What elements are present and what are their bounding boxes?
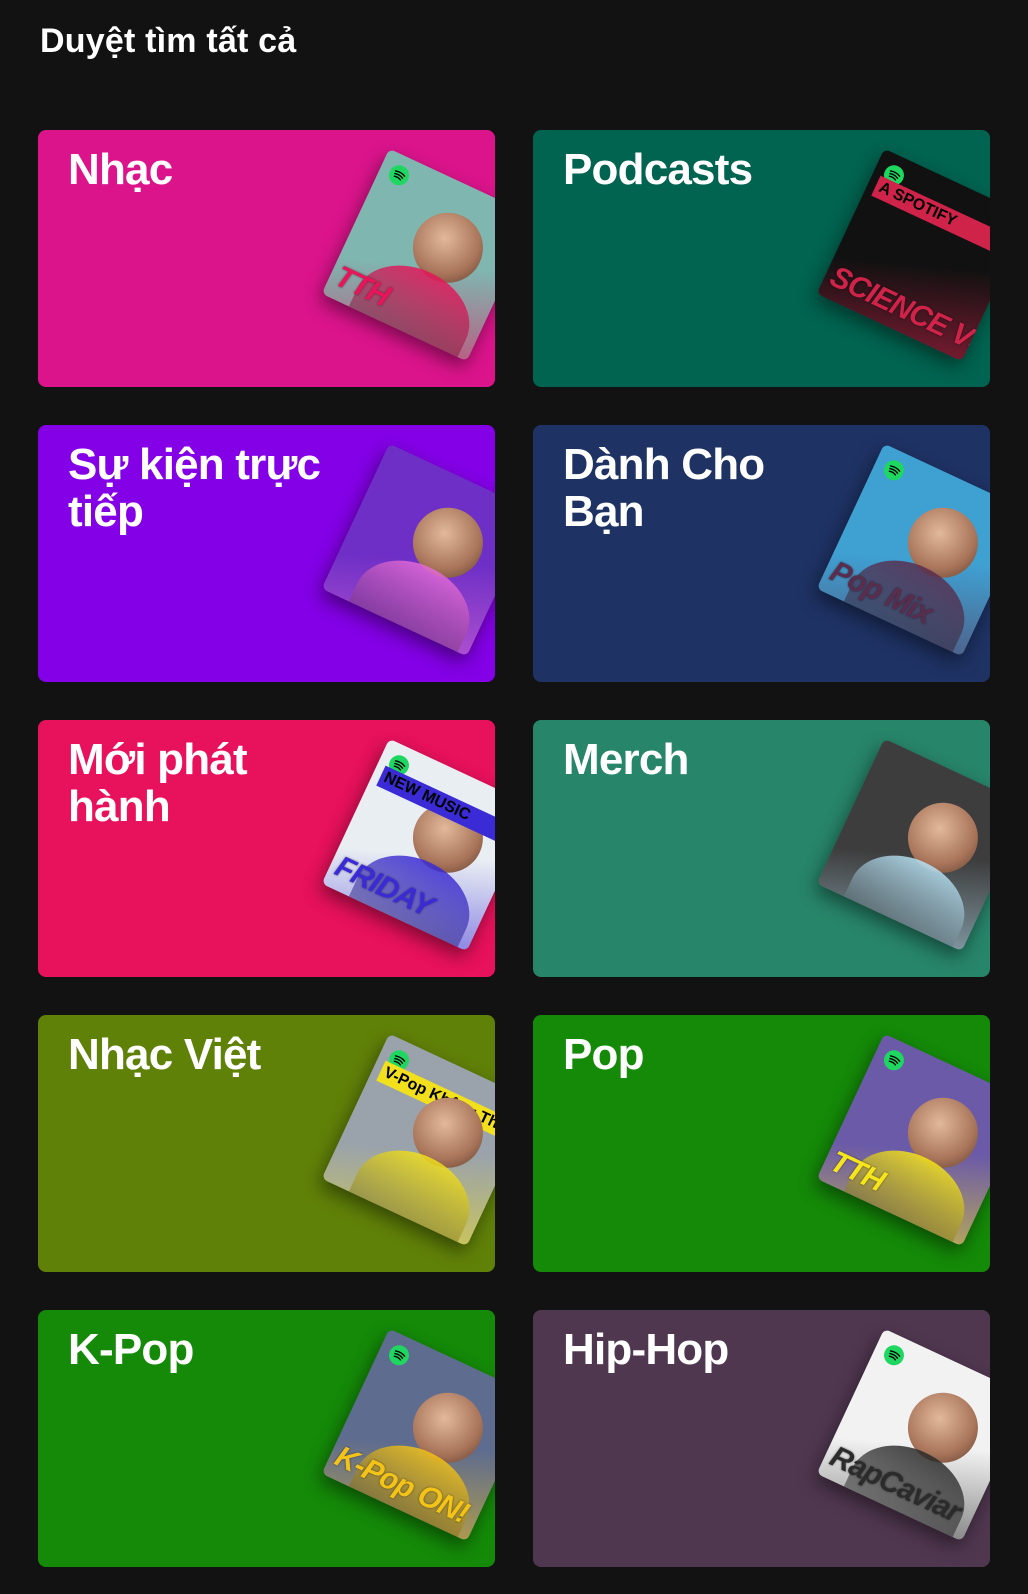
category-card-nhac-viet[interactable]: Nhạc Việt V-Pop Không Thể: [38, 1015, 495, 1272]
cover-subtitle: A SPOTIFY: [871, 175, 990, 259]
category-title: Sự kiện trực tiếp: [68, 440, 321, 536]
category-grid: Nhạc TTH Podcasts A SPOTIFY SCIENCE VS S…: [38, 130, 990, 1567]
category-card-hip-hop[interactable]: Hip-Hop RapCaviar: [533, 1310, 990, 1567]
category-title: Hip-Hop: [563, 1325, 729, 1374]
category-card-podcasts[interactable]: Podcasts A SPOTIFY SCIENCE VS: [533, 130, 990, 387]
page-title: Duyệt tìm tất cả: [40, 22, 297, 60]
category-title: Nhạc Việt: [68, 1030, 261, 1079]
category-title: Merch: [563, 735, 689, 784]
cover-text: SCIENCE VS: [825, 259, 990, 362]
spotify-logo-icon: [386, 1342, 413, 1369]
category-card-merch[interactable]: Merch: [533, 720, 990, 977]
category-title: Podcasts: [563, 145, 753, 194]
category-card-new-releases[interactable]: Mới phát hành NEW MUSIC FRIDAY: [38, 720, 495, 977]
spotify-logo-icon: [881, 1047, 908, 1074]
category-title: Nhạc: [68, 145, 173, 194]
spotify-logo-icon: [881, 1342, 908, 1369]
category-title: Dành Cho Bạn: [563, 440, 765, 536]
category-card-live-events[interactable]: Sự kiện trực tiếp: [38, 425, 495, 682]
category-title: Mới phát hành: [68, 735, 248, 831]
spotify-logo-icon: [881, 457, 908, 484]
category-title: K-Pop: [68, 1325, 194, 1374]
spotify-logo-icon: [386, 162, 413, 189]
category-title: Pop: [563, 1030, 645, 1079]
category-card-pop[interactable]: Pop TTH: [533, 1015, 990, 1272]
category-card-nhac[interactable]: Nhạc TTH: [38, 130, 495, 387]
category-card-k-pop[interactable]: K-Pop K-Pop ON!: [38, 1310, 495, 1567]
category-card-made-for-you[interactable]: Dành Cho Bạn Pop Mix: [533, 425, 990, 682]
